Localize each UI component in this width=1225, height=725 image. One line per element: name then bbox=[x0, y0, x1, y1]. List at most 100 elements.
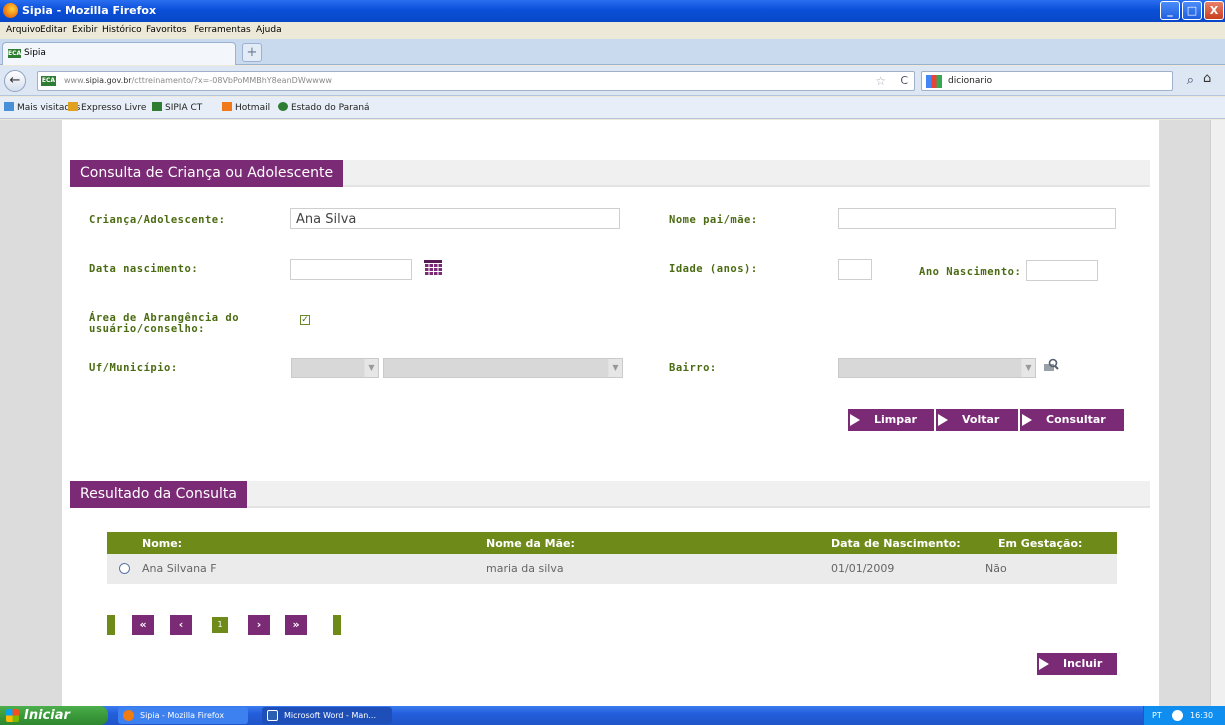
tab-sipia[interactable]: ECA Sipia bbox=[2, 42, 236, 65]
bookmark-folder-icon bbox=[4, 102, 14, 111]
window-title: Sipia - Mozilla Firefox bbox=[22, 4, 157, 17]
crianca-input[interactable]: Ana Silva bbox=[290, 208, 620, 229]
nome-pai-input[interactable] bbox=[838, 208, 1116, 229]
language-indicator[interactable]: PT bbox=[1152, 706, 1162, 725]
menu-favoritos[interactable]: Favoritos bbox=[146, 25, 187, 35]
chevron-down-icon[interactable]: ▼ bbox=[1021, 359, 1035, 377]
idade-input[interactable] bbox=[838, 259, 872, 280]
site-identity-icon[interactable]: ECA bbox=[41, 76, 56, 86]
area-abrangencia-checkbox[interactable]: ✓ bbox=[300, 315, 310, 325]
url-text[interactable]: www.sipia.gov.br/cttreinamento/?x=-08VbP… bbox=[64, 76, 332, 85]
reload-icon[interactable]: C bbox=[900, 74, 908, 87]
url-bar[interactable]: ECA www.sipia.gov.br/cttreinamento/?x=-0… bbox=[37, 71, 915, 91]
firefox-icon bbox=[123, 710, 134, 721]
bookmark-label: Expresso Livre bbox=[81, 103, 147, 113]
chevron-down-icon[interactable]: ▼ bbox=[364, 359, 378, 377]
bookmark-label: Hotmail bbox=[235, 103, 271, 113]
area-label-line2: usuário/conselho: bbox=[89, 323, 205, 335]
menu-bar: Arquivo Editar Exibir Histórico Favorito… bbox=[0, 22, 1225, 39]
bookmark-sipia-ct[interactable]: SIPIA CT bbox=[152, 102, 202, 113]
voltar-label: Voltar bbox=[962, 413, 1000, 426]
menu-arquivo[interactable]: Arquivo bbox=[6, 25, 40, 35]
results-table: Nome: Nome da Mãe: Data de Nascimento: E… bbox=[107, 532, 1117, 584]
page-content: Consulta de Criança ou Adolescente Crian… bbox=[62, 120, 1159, 706]
bookmarks-bar: Mais visitados Expresso Livre SIPIA CT H… bbox=[0, 97, 1225, 119]
bookmark-hotmail[interactable]: Hotmail bbox=[222, 102, 270, 113]
url-prefix: www. bbox=[64, 76, 86, 85]
eca-icon bbox=[152, 102, 162, 111]
prev-page-button[interactable]: ‹ bbox=[170, 615, 192, 635]
word-icon bbox=[267, 710, 278, 721]
clock[interactable]: 16:30 bbox=[1190, 706, 1213, 725]
maximize-button[interactable]: □ bbox=[1182, 1, 1202, 20]
chevron-down-icon[interactable]: ▼ bbox=[608, 359, 622, 377]
data-nascimento-label: Data nascimento: bbox=[89, 263, 199, 275]
home-icon[interactable]: ⌂ bbox=[1203, 71, 1211, 86]
consultar-button[interactable]: Consultar bbox=[1020, 409, 1124, 431]
cell-nome: Ana Silvana F bbox=[142, 562, 217, 575]
row-select-radio[interactable] bbox=[119, 563, 130, 574]
page-viewport: Consulta de Criança ou Adolescente Crian… bbox=[0, 120, 1210, 706]
ano-nascimento-label: Ano Nascimento: bbox=[919, 266, 1022, 278]
arrow-right-icon bbox=[1022, 414, 1032, 426]
back-button[interactable]: ← bbox=[4, 70, 26, 92]
idade-label: Idade (anos): bbox=[669, 263, 758, 275]
network-icon[interactable] bbox=[1172, 710, 1183, 721]
menu-editar[interactable]: Editar bbox=[40, 25, 67, 35]
close-button[interactable]: X bbox=[1204, 1, 1224, 20]
eca-favicon-icon: ECA bbox=[8, 49, 22, 58]
bairro-select[interactable]: ▼ bbox=[838, 358, 1036, 378]
limpar-button[interactable]: Limpar bbox=[848, 409, 934, 431]
vertical-scrollbar[interactable] bbox=[1210, 120, 1225, 706]
pager-bracket-right bbox=[333, 615, 341, 635]
bairro-search-icon[interactable] bbox=[1043, 358, 1059, 374]
calendar-icon[interactable] bbox=[424, 260, 442, 276]
next-page-button[interactable]: › bbox=[248, 615, 270, 635]
last-page-button[interactable]: » bbox=[285, 615, 307, 635]
new-tab-button[interactable]: + bbox=[242, 43, 262, 62]
limpar-label: Limpar bbox=[874, 413, 917, 426]
uf-select[interactable]: ▼ bbox=[291, 358, 379, 378]
bookmark-label: SIPIA CT bbox=[165, 103, 203, 113]
bookmark-label: Estado do Paraná bbox=[291, 103, 370, 113]
search-bar[interactable]: dicionario ⌕ bbox=[921, 71, 1194, 91]
task-firefox[interactable]: Sipia - Mozilla Firefox bbox=[118, 707, 248, 724]
page-1-button[interactable]: 1 bbox=[212, 617, 228, 633]
expresso-icon bbox=[68, 102, 78, 111]
table-row[interactable]: Ana Silvana F maria da silva 01/01/2009 … bbox=[107, 554, 1117, 584]
arrow-right-icon bbox=[1039, 658, 1049, 670]
task-word[interactable]: Microsoft Word - Man... bbox=[262, 707, 392, 724]
navigation-bar: ← ECA www.sipia.gov.br/cttreinamento/?x=… bbox=[0, 66, 1225, 96]
bookmark-estado-parana[interactable]: Estado do Paraná bbox=[278, 102, 370, 113]
menu-ferramentas[interactable]: Ferramentas bbox=[194, 25, 251, 35]
voltar-button[interactable]: Voltar bbox=[936, 409, 1018, 431]
search-input[interactable]: dicionario bbox=[948, 76, 992, 86]
url-path: /cttreinamento/?x=-08VbPoMMBhY8eanDWwwww bbox=[131, 76, 332, 85]
first-page-button[interactable]: « bbox=[132, 615, 154, 635]
incluir-button[interactable]: Incluir bbox=[1037, 653, 1117, 675]
bookmark-expresso-livre[interactable]: Expresso Livre bbox=[68, 102, 146, 113]
arrow-right-icon bbox=[850, 414, 860, 426]
windows-taskbar: Iniciar Sipia - Mozilla Firefox Microsof… bbox=[0, 706, 1225, 725]
google-icon[interactable] bbox=[926, 75, 942, 88]
firefox-icon bbox=[3, 3, 18, 18]
menu-historico[interactable]: Histórico bbox=[102, 25, 142, 35]
data-nascimento-input[interactable] bbox=[290, 259, 412, 280]
pager-bracket-left bbox=[107, 615, 115, 635]
minimize-button[interactable]: _ bbox=[1160, 1, 1180, 20]
bookmark-star-icon[interactable]: ☆ bbox=[875, 74, 886, 88]
search-icon[interactable]: ⌕ bbox=[1187, 73, 1194, 88]
consulta-section-title: Consulta de Criança ou Adolescente bbox=[70, 160, 344, 187]
menu-exibir[interactable]: Exibir bbox=[72, 25, 97, 35]
start-button[interactable]: Iniciar bbox=[0, 706, 108, 725]
menu-ajuda[interactable]: Ajuda bbox=[256, 25, 282, 35]
tab-strip: ECA Sipia + bbox=[0, 39, 1225, 65]
municipio-select[interactable]: ▼ bbox=[383, 358, 623, 378]
start-label: Iniciar bbox=[24, 708, 70, 723]
task-label: Microsoft Word - Man... bbox=[284, 711, 376, 720]
parana-icon bbox=[278, 102, 288, 111]
column-nome-mae: Nome da Mãe: bbox=[486, 537, 575, 550]
cell-em-gestacao: Não bbox=[985, 562, 1007, 575]
uf-municipio-label: Uf/Município: bbox=[89, 362, 178, 374]
ano-nascimento-input[interactable] bbox=[1026, 260, 1098, 281]
